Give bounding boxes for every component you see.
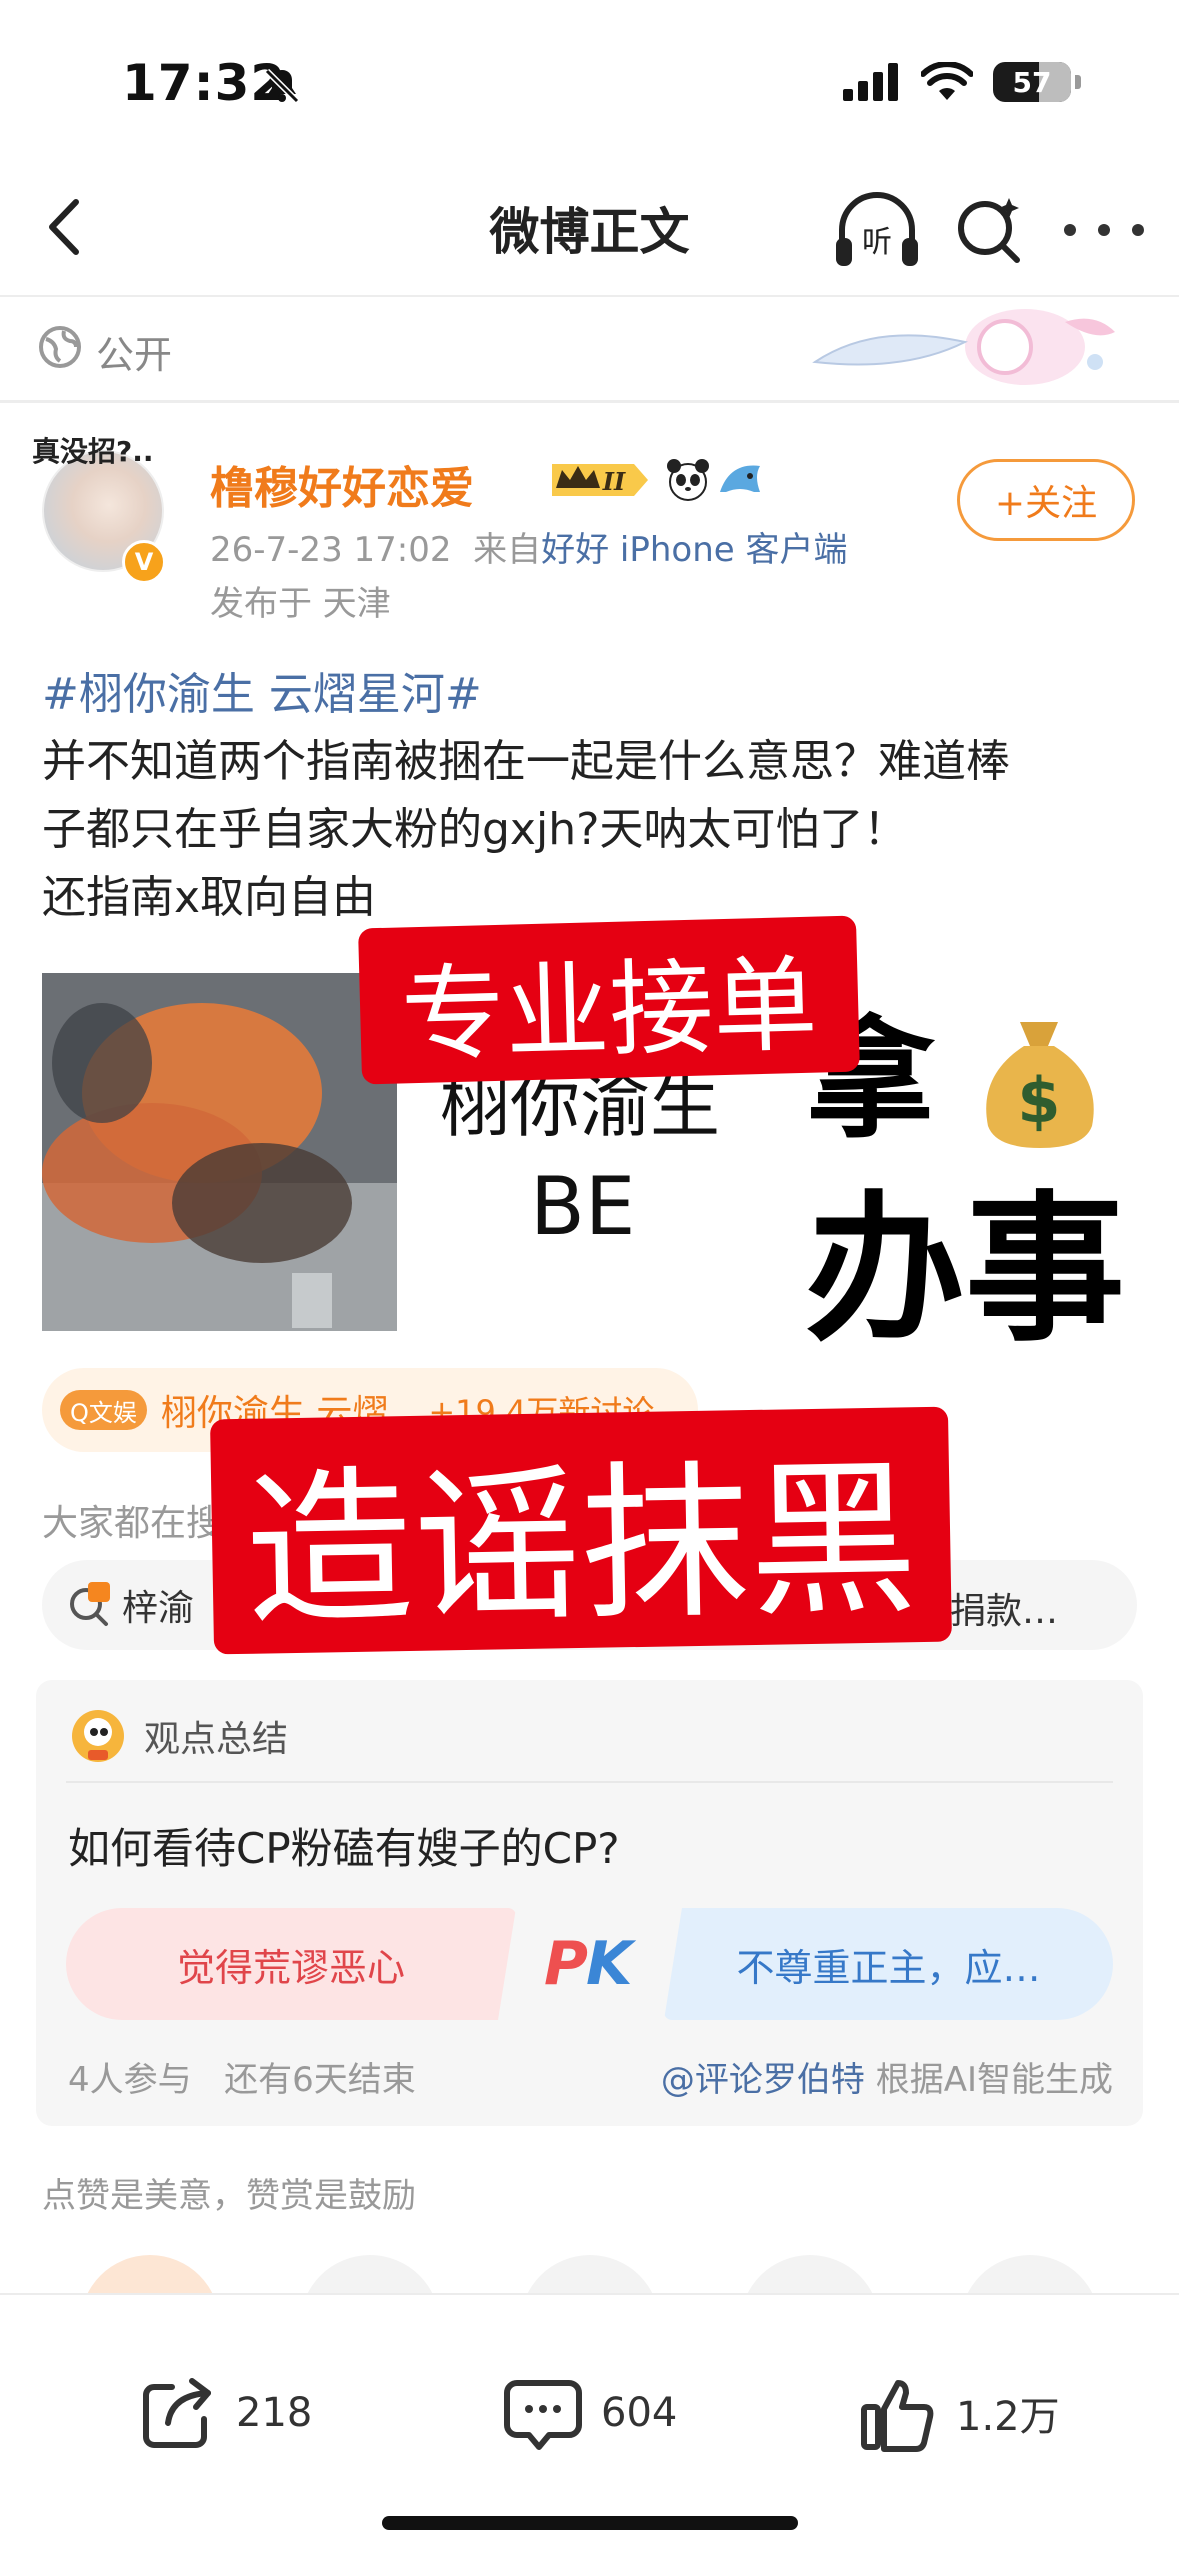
thumbs-up-icon — [861, 2380, 934, 2452]
status-icons: 57 — [843, 62, 1081, 102]
money-bag-icon: $ — [986, 1022, 1094, 1148]
panda-icon — [667, 459, 709, 501]
author-name[interactable]: 橹穆好好恋爱 — [210, 452, 474, 516]
weibo-post-page: 17:32 57 微博正文 听 公开 真没招?.. V 橹穆好好恋爱 II 26… — [0, 0, 1179, 2556]
visibility-row: 公开 — [0, 297, 1179, 400]
mention-link[interactable]: @评论罗伯特 — [661, 2060, 865, 2100]
follow-button[interactable]: +关注 — [957, 459, 1135, 541]
cellular-signal-icon — [843, 63, 898, 101]
overlay-ban-text: 办事 — [805, 1176, 1126, 1363]
shark-icon — [720, 465, 760, 492]
post-source[interactable]: 好好 iPhone 客户端 — [541, 530, 847, 570]
decorative-banner — [812, 309, 1115, 385]
post-image[interactable] — [42, 973, 397, 1331]
opinion-question: 如何看待CP粉磕有嫂子的CP? — [68, 1824, 620, 1873]
pk-right-option[interactable]: 不尊重正主，应… — [664, 1908, 1113, 2020]
pk-icon: P K — [544, 1929, 637, 1999]
stamp-bottom: 造谣抹黑 — [210, 1406, 952, 1655]
like-button[interactable]: 1.2万 — [858, 2373, 1060, 2453]
wifi-icon — [921, 62, 973, 100]
level-badge-icon: II — [552, 464, 648, 496]
action-bar: 218 604 1.2万 — [0, 2293, 1179, 2556]
more-icon[interactable] — [1064, 200, 1144, 260]
post-line: 子都只在乎自家大粉的gxjh?天呐太可怕了！ — [42, 804, 908, 855]
svg-text:$: $ — [1017, 1064, 1060, 1137]
opinion-title: 观点总结 — [144, 1719, 289, 1760]
opinion-divider — [66, 1781, 1113, 1783]
hot-search-suffix: 捐款… — [950, 1591, 1059, 1632]
verified-badge: V — [122, 540, 166, 584]
post-line: 并不知道两个指南被捆在一起是什么意思？难道棒 — [42, 736, 1010, 787]
post-meta: 26-7-23 17:02 来自好好 iPhone 客户端 — [210, 522, 848, 571]
headphones-icon: 听 — [836, 192, 918, 266]
opinion-stats: 4人参与 还有6天结束 — [68, 2052, 416, 2101]
related-search-label: 大家都在搜 — [42, 1503, 223, 1544]
post-date: 26-7-23 17:02 — [210, 530, 452, 570]
battery-icon: 57 — [993, 62, 1071, 102]
like-count: 1.2万 — [956, 2394, 1060, 2440]
hot-search-text: 梓渝 — [122, 1588, 195, 1629]
home-indicator — [382, 2516, 798, 2530]
opinion-remaining: 还有6天结束 — [224, 2060, 416, 2100]
share-button[interactable]: 218 — [138, 2373, 312, 2453]
pk-left-option[interactable]: 觉得荒谬恶心 — [66, 1908, 516, 2020]
opinion-ai-note: @评论罗伯特 根据AI智能生成 — [661, 2052, 1113, 2101]
avatar-scribble: 真没招?.. — [32, 435, 154, 468]
level-label: II — [602, 467, 626, 496]
source-prefix: 来自 — [473, 530, 542, 570]
search-icon[interactable] — [953, 192, 1028, 267]
globe-icon — [39, 326, 81, 368]
hot-search-icon — [70, 1582, 110, 1626]
battery-tip — [1075, 75, 1081, 89]
battery-level: 57 — [1012, 65, 1052, 99]
topic-link[interactable]: #栩你渝生 云熠星河# — [42, 658, 482, 722]
section-divider — [0, 400, 1179, 403]
stamp-top: 专业接单 — [358, 915, 860, 1085]
ai-note: 根据AI智能生成 — [875, 2060, 1113, 2100]
share-count: 218 — [236, 2390, 313, 2436]
post-location: 发布于 天津 — [210, 584, 391, 624]
pk-letter-p: P — [544, 1929, 588, 1999]
opinion-participants: 4人参与 — [68, 2060, 192, 2100]
pk-letter-k: K — [586, 1929, 637, 1999]
robot-mascot-icon — [72, 1710, 124, 1762]
image-be-text: BE — [530, 1160, 636, 1253]
comment-count: 604 — [601, 2390, 678, 2436]
reward-text: 点赞是美意，赞赏是鼓励 — [42, 2176, 416, 2216]
visibility-label: 公开 — [96, 333, 173, 377]
opinion-card: 观点总结 如何看待CP粉磕有嫂子的CP? 觉得荒谬恶心 P K 不尊重正主，应…… — [36, 1680, 1143, 2126]
comment-icon — [504, 2380, 582, 2450]
status-bar: 17:32 57 — [0, 0, 1179, 170]
wenyu-tag: Q文娱 — [60, 1390, 147, 1430]
bell-slash-icon — [264, 68, 300, 104]
share-icon — [143, 2378, 211, 2448]
nav-bar: 微博正文 听 — [0, 170, 1179, 295]
listen-button[interactable]: 听 — [832, 190, 922, 270]
listen-label: 听 — [862, 225, 892, 260]
comment-button[interactable]: 604 — [503, 2373, 677, 2453]
reward-avatars — [0, 2225, 1179, 2295]
post-body: 并不知道两个指南被捆在一起是什么意思？难道棒 子都只在乎自家大粉的gxjh?天呐… — [42, 728, 1142, 932]
